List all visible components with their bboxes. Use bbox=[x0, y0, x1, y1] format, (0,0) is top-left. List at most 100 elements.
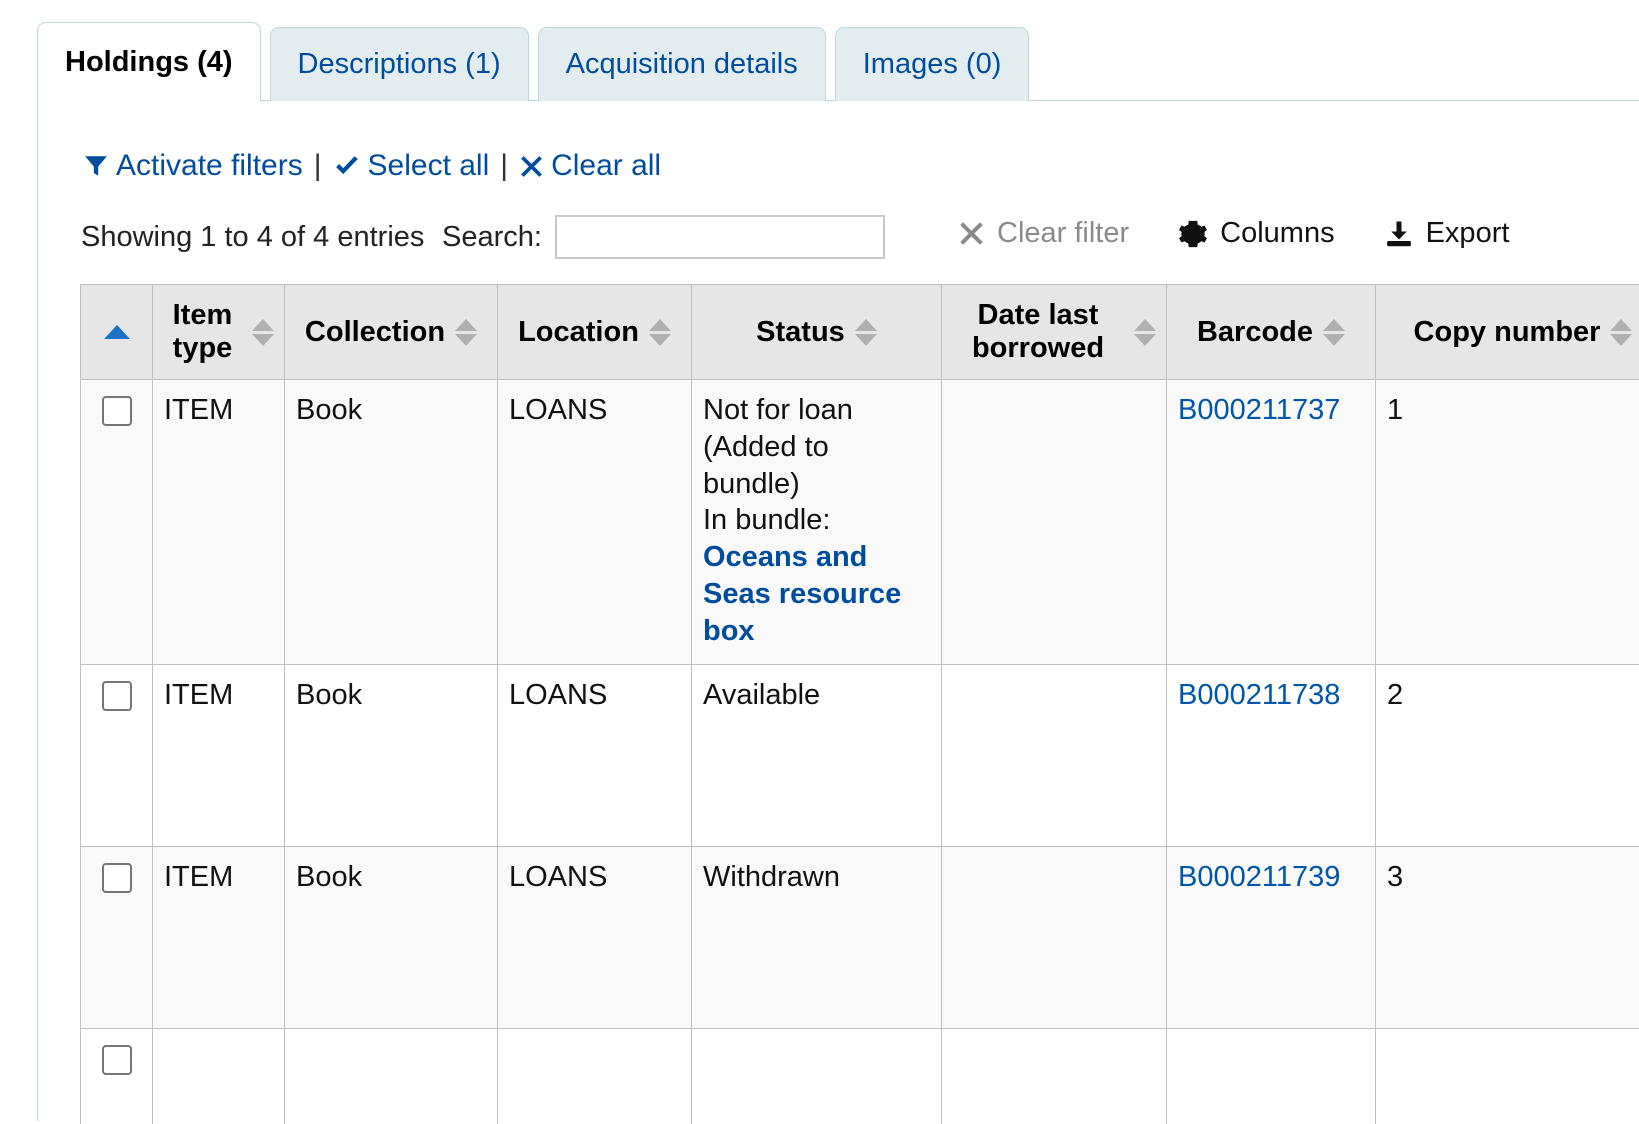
table-row bbox=[81, 1029, 1639, 1124]
activate-filters-button[interactable]: Activate filters bbox=[83, 149, 303, 183]
search-label: Search: bbox=[442, 221, 542, 254]
sort-icon bbox=[1610, 319, 1632, 346]
filter-icon bbox=[83, 153, 109, 179]
holdings-table: Item type Collection bbox=[80, 284, 1639, 1124]
row-select-cell bbox=[81, 847, 153, 1029]
table-row: ITEM Book LOANS Available B000211738 2 bbox=[81, 665, 1639, 847]
cell-collection bbox=[285, 1029, 498, 1124]
cell-date-last-borrowed bbox=[942, 380, 1167, 665]
cell-location: LOANS bbox=[498, 380, 692, 665]
barcode-link[interactable]: B000211739 bbox=[1178, 861, 1340, 893]
status-text: Not for loan (Added to bundle) bbox=[703, 394, 853, 500]
column-header-collection-label: Collection bbox=[305, 316, 445, 349]
check-icon bbox=[333, 153, 361, 179]
sort-icon bbox=[1134, 319, 1156, 346]
cell-location bbox=[498, 1029, 692, 1124]
close-icon bbox=[958, 220, 985, 247]
search-area: Search: bbox=[442, 215, 885, 259]
cell-copy-number bbox=[1376, 1029, 1639, 1124]
row-checkbox[interactable] bbox=[102, 1045, 132, 1075]
search-input[interactable] bbox=[555, 215, 885, 259]
columns-label: Columns bbox=[1220, 217, 1334, 250]
row-select-cell bbox=[81, 665, 153, 847]
cell-copy-number: 2 bbox=[1376, 665, 1639, 847]
column-header-location[interactable]: Location bbox=[498, 285, 692, 380]
cell-barcode bbox=[1167, 1029, 1376, 1124]
filter-separator-2: | bbox=[500, 149, 508, 183]
clear-all-button[interactable]: Clear all bbox=[519, 149, 661, 183]
sort-icon bbox=[855, 319, 877, 346]
cell-item-type bbox=[153, 1029, 285, 1124]
tab-acquisition-details[interactable]: Acquisition details bbox=[538, 27, 826, 101]
close-icon bbox=[519, 154, 544, 179]
cell-item-type: ITEM bbox=[153, 380, 285, 665]
tab-descriptions-label: Descriptions (1) bbox=[298, 48, 501, 81]
cell-collection: Book bbox=[285, 665, 498, 847]
cell-item-type: ITEM bbox=[153, 847, 285, 1029]
column-header-status[interactable]: Status bbox=[692, 285, 942, 380]
cell-collection: Book bbox=[285, 847, 498, 1029]
barcode-link[interactable]: B000211737 bbox=[1178, 394, 1340, 426]
table-body: ITEM Book LOANS Not for loan (Added to b… bbox=[81, 380, 1639, 1124]
barcode-link[interactable]: B000211738 bbox=[1178, 679, 1340, 711]
sort-icon bbox=[1323, 319, 1345, 346]
tab-holdings-label: Holdings (4) bbox=[65, 46, 233, 79]
bundle-link[interactable]: Oceans and Seas resource box bbox=[703, 541, 901, 647]
sort-icon bbox=[252, 319, 274, 346]
filter-links-row: Activate filters | Select all | Clear al… bbox=[83, 149, 661, 183]
tab-images[interactable]: Images (0) bbox=[835, 27, 1030, 101]
column-header-location-label: Location bbox=[518, 316, 639, 349]
clear-all-label: Clear all bbox=[551, 149, 661, 183]
column-header-date-last-borrowed-label: Date last borrowed bbox=[952, 299, 1124, 365]
cell-copy-number: 3 bbox=[1376, 847, 1639, 1029]
table-controls-row: Showing 1 to 4 of 4 entries Search: Clea… bbox=[38, 209, 1639, 269]
gear-icon bbox=[1178, 219, 1208, 249]
clear-filter-label: Clear filter bbox=[997, 217, 1129, 250]
activate-filters-label: Activate filters bbox=[116, 149, 303, 183]
tab-active-mask bbox=[38, 99, 260, 102]
entries-info: Showing 1 to 4 of 4 entries bbox=[81, 221, 424, 254]
select-all-label: Select all bbox=[368, 149, 490, 183]
row-checkbox[interactable] bbox=[102, 681, 132, 711]
table-row: ITEM Book LOANS Withdrawn B000211739 3 bbox=[81, 847, 1639, 1029]
column-header-select[interactable] bbox=[81, 285, 153, 380]
cell-collection: Book bbox=[285, 380, 498, 665]
row-select-cell bbox=[81, 1029, 153, 1124]
column-header-copy-number[interactable]: Copy number bbox=[1376, 285, 1639, 380]
column-header-barcode[interactable]: Barcode bbox=[1167, 285, 1376, 380]
cell-barcode: B000211739 bbox=[1167, 847, 1376, 1029]
holdings-table-container: Item type Collection bbox=[80, 284, 1639, 1124]
sort-icon bbox=[649, 319, 671, 346]
column-header-item-type-label: Item type bbox=[163, 299, 242, 365]
row-checkbox[interactable] bbox=[102, 863, 132, 893]
table-header-row: Item type Collection bbox=[81, 285, 1639, 380]
cell-date-last-borrowed bbox=[942, 847, 1167, 1029]
export-label: Export bbox=[1426, 217, 1510, 250]
select-all-button[interactable]: Select all bbox=[333, 149, 490, 183]
cell-location: LOANS bbox=[498, 665, 692, 847]
tab-descriptions[interactable]: Descriptions (1) bbox=[270, 27, 529, 101]
cell-status: Withdrawn bbox=[692, 847, 942, 1029]
clear-filter-button[interactable]: Clear filter bbox=[958, 217, 1129, 250]
export-button[interactable]: Export bbox=[1384, 217, 1510, 250]
cell-copy-number: 1 bbox=[1376, 380, 1639, 665]
tab-images-label: Images (0) bbox=[863, 48, 1002, 81]
table-row: ITEM Book LOANS Not for loan (Added to b… bbox=[81, 380, 1639, 665]
cell-status: Not for loan (Added to bundle) In bundle… bbox=[692, 380, 942, 665]
column-header-date-last-borrowed[interactable]: Date last borrowed bbox=[942, 285, 1167, 380]
cell-status bbox=[692, 1029, 942, 1124]
column-header-status-label: Status bbox=[756, 316, 845, 349]
tab-holdings[interactable]: Holdings (4) bbox=[37, 22, 261, 101]
cell-date-last-borrowed bbox=[942, 1029, 1167, 1124]
in-bundle-label: In bundle: bbox=[703, 504, 830, 536]
sort-icon bbox=[455, 319, 477, 346]
cell-item-type: ITEM bbox=[153, 665, 285, 847]
column-header-collection[interactable]: Collection bbox=[285, 285, 498, 380]
filter-separator-1: | bbox=[314, 149, 322, 183]
cell-barcode: B000211737 bbox=[1167, 380, 1376, 665]
columns-button[interactable]: Columns bbox=[1178, 217, 1334, 250]
row-checkbox[interactable] bbox=[102, 396, 132, 426]
column-header-item-type[interactable]: Item type bbox=[153, 285, 285, 380]
table-head: Item type Collection bbox=[81, 285, 1639, 380]
cell-location: LOANS bbox=[498, 847, 692, 1029]
